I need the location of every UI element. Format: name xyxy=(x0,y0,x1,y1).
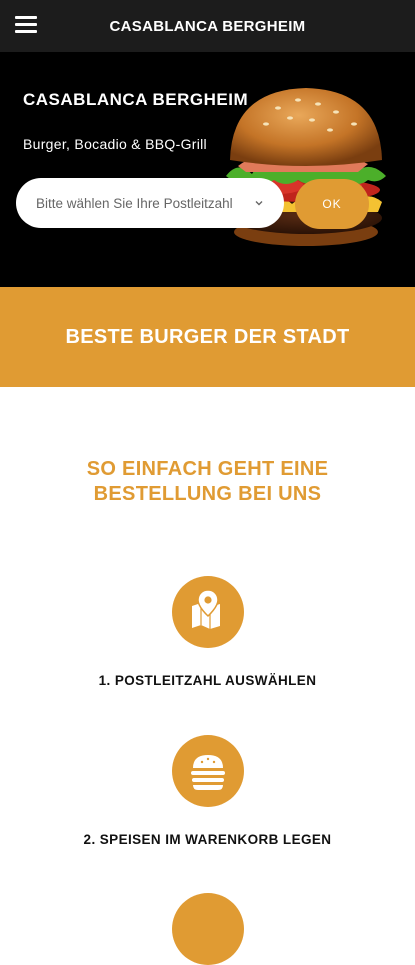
how-title-line-2: BESTELLUNG BEI UNS xyxy=(93,483,322,505)
how-it-works-title: SO EINFACH GEHT EINE BESTELLUNG BEI UNS xyxy=(0,457,415,507)
burger-icon xyxy=(191,755,225,790)
hero-subtitle: Burger, Bocadio & BBQ-Grill xyxy=(23,136,207,152)
menu-icon[interactable] xyxy=(15,16,37,35)
step-1-icon-circle xyxy=(172,576,244,648)
postal-code-select[interactable]: Bitte wählen Sie Ihre Postleitzahl xyxy=(16,178,284,228)
step-2-label: 2. SPEISEN IM WARENKORB LEGEN xyxy=(83,832,332,847)
app-title: CASABLANCA BERGHEIM xyxy=(109,17,306,35)
step-1-label: 1. POSTLEITZAHL AUSWÄHLEN xyxy=(98,673,317,688)
top-bar: CASABLANCA BERGHEIM xyxy=(0,0,415,52)
chevron-down-icon xyxy=(255,201,263,206)
postal-code-placeholder: Bitte wählen Sie Ihre Postleitzahl xyxy=(36,195,233,211)
step-2-icon-circle xyxy=(172,735,244,807)
map-pin-icon xyxy=(192,589,220,629)
slogan-banner: BESTE BURGER DER STADT xyxy=(0,287,415,387)
step-3-icon-circle xyxy=(172,893,244,965)
slogan-text: BESTE BURGER DER STADT xyxy=(65,325,350,348)
hero-title: CASABLANCA BERGHEIM xyxy=(23,90,249,109)
how-title-line-1: SO EINFACH GEHT EINE xyxy=(86,458,329,480)
hero-section: CASABLANCA BERGHEIM Burger, Bocadio & BB… xyxy=(0,52,415,287)
ok-button[interactable]: OK xyxy=(295,179,369,229)
